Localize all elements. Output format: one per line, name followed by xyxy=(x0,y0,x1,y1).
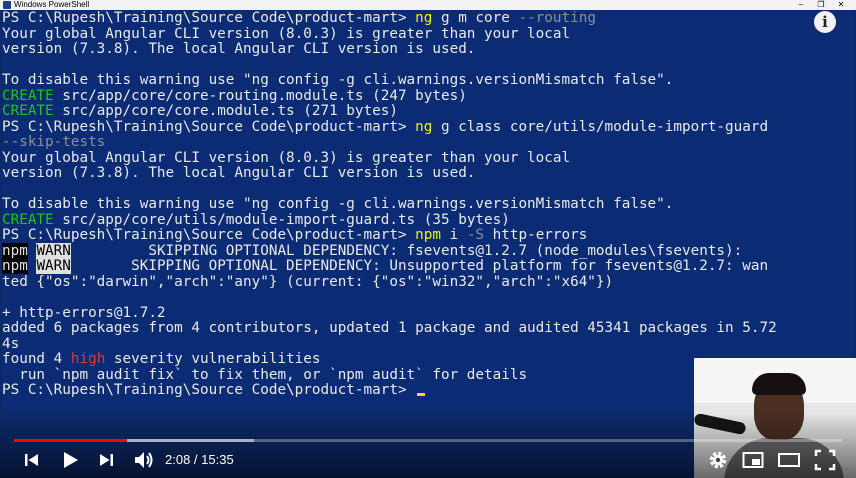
terminal-text: src/app/core/utils/module-import-guard.t… xyxy=(53,211,510,228)
terminal-text: Your global Angular CLI version (8.0.3) … xyxy=(2,149,571,166)
terminal-output[interactable]: PS C:\Rupesh\Training\Source Code\produc… xyxy=(2,10,854,412)
terminal-line: CREATE src/app/core/utils/module-import-… xyxy=(2,211,510,229)
terminal-line: 4s xyxy=(2,335,20,353)
terminal-text: g m core xyxy=(432,10,519,26)
terminal-line: --skip-tests xyxy=(2,134,106,151)
terminal-line: ted {"os":"darwin","arch":"any"} (curren… xyxy=(2,273,614,291)
terminal-text: added 6 packages from 4 contributors, up… xyxy=(2,320,777,336)
terminal-text: severity vulnerabilities xyxy=(105,351,321,367)
terminal-text: WARN xyxy=(36,258,71,274)
terminal-text: ng xyxy=(415,118,433,135)
terminal-text: npm xyxy=(2,258,28,274)
terminal-text: SKIPPING OPTIONAL DEPENDENCY: fsevents@1… xyxy=(70,242,743,259)
terminal-text: run `npm audit fix` to fix them, or `npm… xyxy=(2,366,528,383)
terminal-line: Your global Angular CLI version (8.0.3) … xyxy=(2,149,571,167)
terminal-text: high xyxy=(70,351,106,367)
theater-mode-icon[interactable] xyxy=(777,448,801,472)
terminal-line: To disable this warning use "ng config -… xyxy=(2,72,674,89)
volume-icon[interactable] xyxy=(132,448,156,472)
fullscreen-icon[interactable] xyxy=(813,448,837,472)
close-button[interactable]: ✕ xyxy=(834,0,848,10)
terminal-text: WARN xyxy=(36,242,71,259)
terminal-text: found 4 xyxy=(2,351,71,367)
window-titlebar: Windows PowerShell – ❐ ✕ xyxy=(0,0,856,10)
progress-played xyxy=(14,439,128,442)
terminal-text: PS C:\Rupesh\Training\Source Code\produc… xyxy=(2,118,416,135)
progress-bar[interactable] xyxy=(14,439,842,442)
terminal-text: npm xyxy=(2,242,28,259)
terminal-text: To disable this warning use "ng config -… xyxy=(2,196,674,212)
terminal-text: g class core/utils/module-import-guard xyxy=(432,118,769,135)
terminal-text: ng xyxy=(415,10,433,26)
time-separator: / xyxy=(190,452,202,467)
terminal-line: run `npm audit fix` to fix them, or `npm… xyxy=(2,366,528,384)
presenter-hair xyxy=(752,373,806,395)
terminal-line: version (7.3.8). The local Angular CLI v… xyxy=(2,41,476,58)
terminal-line: PS C:\Rupesh\Training\Source Code\produc… xyxy=(2,118,769,136)
terminal-line: + http-errors@1.7.2 xyxy=(2,304,166,322)
terminal-text: npm xyxy=(415,227,441,243)
miniplayer-icon[interactable] xyxy=(741,448,765,472)
terminal-text: Your global Angular CLI version (8.0.3) … xyxy=(2,25,571,42)
terminal-text: src/app/core/core.module.ts (271 bytes) xyxy=(53,103,398,119)
text-cursor xyxy=(417,393,426,396)
terminal-line: To disable this warning use "ng config -… xyxy=(2,196,674,213)
terminal-text: CREATE xyxy=(2,87,54,104)
powershell-icon xyxy=(3,1,11,9)
time-display: 2:08 / 15:35 xyxy=(165,452,234,468)
terminal-text: To disable this warning use "ng config -… xyxy=(2,72,674,88)
terminal-text: + http-errors@1.7.2 xyxy=(2,304,166,321)
previous-icon[interactable] xyxy=(22,448,42,472)
terminal-text: i xyxy=(441,227,467,243)
terminal-text: http-errors xyxy=(484,227,588,243)
minimize-button[interactable]: – xyxy=(794,0,808,10)
play-icon[interactable] xyxy=(58,448,82,472)
terminal-line: CREATE src/app/core/core-routing.module.… xyxy=(2,87,467,105)
terminal-line: found 4 high severity vulnerabilities xyxy=(2,351,321,368)
terminal-text: src/app/core/core-routing.module.ts (247… xyxy=(53,87,467,104)
terminal-line: PS C:\Rupesh\Training\Source Code\produc… xyxy=(2,227,588,244)
maximize-button[interactable]: ❐ xyxy=(814,0,828,10)
terminal-text: PS C:\Rupesh\Training\Source Code\produc… xyxy=(2,382,416,398)
terminal-text: version (7.3.8). The local Angular CLI v… xyxy=(2,165,476,181)
next-icon[interactable] xyxy=(96,448,116,472)
terminal-text: version (7.3.8). The local Angular CLI v… xyxy=(2,41,476,57)
terminal-text: 4s xyxy=(2,335,20,352)
current-time: 2:08 xyxy=(165,452,191,467)
terminal-text: SKIPPING OPTIONAL DEPENDENCY: Unsupporte… xyxy=(70,258,769,274)
terminal-text: --routing xyxy=(518,10,596,26)
settings-icon[interactable] xyxy=(706,448,730,472)
terminal-line: PS C:\Rupesh\Training\Source Code\produc… xyxy=(2,382,426,399)
terminal-text: --skip-tests xyxy=(2,134,106,150)
terminal-line: CREATE src/app/core/core.module.ts (271 … xyxy=(2,103,398,120)
window-title: Windows PowerShell xyxy=(14,0,90,9)
terminal-text: -S xyxy=(466,227,485,243)
terminal-line: added 6 packages from 4 contributors, up… xyxy=(2,320,777,337)
terminal-text: PS C:\Rupesh\Training\Source Code\produc… xyxy=(2,10,416,26)
terminal-text: PS C:\Rupesh\Training\Source Code\produc… xyxy=(2,227,416,243)
terminal-text: ted {"os":"darwin","arch":"any"} (curren… xyxy=(2,273,614,290)
terminal-line: Your global Angular CLI version (8.0.3) … xyxy=(2,25,571,43)
terminal-line: version (7.3.8). The local Angular CLI v… xyxy=(2,165,476,182)
terminal-line: npm WARN SKIPPING OPTIONAL DEPENDENCY: f… xyxy=(2,242,743,260)
terminal-text: CREATE xyxy=(2,211,54,228)
duration: 15:35 xyxy=(201,452,234,467)
terminal-line: npm WARN SKIPPING OPTIONAL DEPENDENCY: U… xyxy=(2,258,769,275)
terminal-text: CREATE xyxy=(2,103,54,119)
terminal-line: PS C:\Rupesh\Training\Source Code\produc… xyxy=(2,10,596,27)
video-player-controls: 2:08 / 15:35 xyxy=(0,412,856,478)
info-icon[interactable]: i xyxy=(814,11,836,33)
